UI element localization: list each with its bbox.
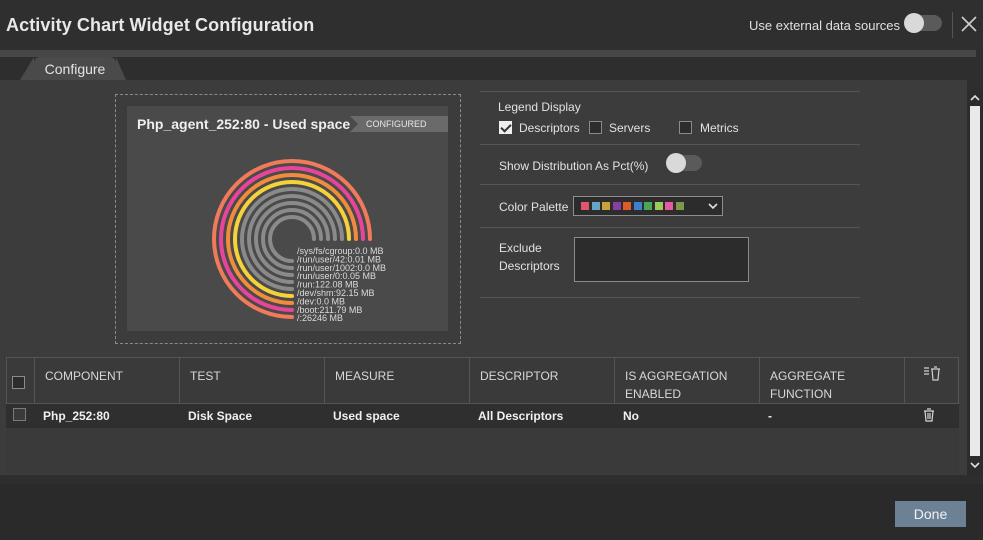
palette-swatch: [623, 202, 631, 210]
column-header-line2: ENABLED: [625, 387, 682, 401]
descriptors-checkbox[interactable]: [499, 121, 512, 134]
metrics-checkbox[interactable]: [679, 121, 692, 134]
legend-display-label: Legend Display: [498, 100, 581, 114]
color-palette-label: Color Palette: [499, 200, 569, 214]
header-band: [0, 50, 976, 57]
tab-edge-right: [116, 57, 126, 80]
palette-swatch: [612, 202, 621, 210]
palette-swatch: [644, 202, 652, 210]
settings-divider: [480, 184, 860, 185]
column-header-aggregate-function[interactable]: AGGREGATE FUNCTION: [759, 358, 904, 403]
scroll-down-icon[interactable]: [967, 458, 983, 472]
exclude-descriptors-label-line2: Descriptors: [499, 259, 560, 273]
metrics-label: Metrics: [700, 121, 739, 135]
palette-swatch: [591, 202, 600, 210]
show-distribution-label: Show Distribution As Pct(%): [499, 159, 649, 173]
chart-preview: /sys/fs/cgroup:0.0 MB/run/user/42:0.01 M…: [127, 106, 448, 331]
palette-swatch: [602, 202, 610, 210]
table-row[interactable]: Php_252:80 Disk Space Used space All Des…: [6, 404, 959, 428]
exclude-descriptors-label-line1: Exclude: [499, 241, 542, 255]
exclude-descriptors-input[interactable]: [574, 237, 749, 282]
scroll-up-icon[interactable]: [967, 91, 983, 105]
trash-icon[interactable]: [923, 408, 935, 422]
close-icon[interactable]: [960, 15, 978, 33]
configured-data-badge: CONFIGURED DATA: [350, 116, 448, 132]
cell-test: Disk Space: [188, 409, 253, 423]
chart-title: Php_agent_252:80 - Used space: [137, 116, 351, 132]
settings-divider: [480, 297, 860, 298]
external-sources-label: Use external data sources: [749, 18, 901, 33]
toggle-knob: [666, 153, 686, 173]
palette-swatch: [654, 202, 663, 210]
select-all-checkbox[interactable]: [12, 376, 25, 389]
header-divider: [952, 12, 953, 38]
cell-is-aggregation: No: [623, 409, 639, 423]
column-header-measure[interactable]: MEASURE: [324, 358, 469, 403]
vertical-scrollbar[interactable]: [967, 90, 983, 475]
cell-aggregate-function: -: [768, 409, 772, 423]
column-header-line1: AGGREGATE: [770, 369, 846, 383]
column-header-actions: [904, 358, 959, 403]
column-header-line2: FUNCTION: [770, 387, 832, 401]
series-label: /:26246 MB: [297, 313, 343, 323]
table-empty-area: [6, 428, 959, 474]
table-header: COMPONENT TEST MEASURE DESCRIPTOR IS AGG…: [6, 357, 959, 404]
column-header-line1: TEST: [190, 369, 221, 383]
dialog-footer: [0, 484, 983, 540]
settings-divider: [480, 227, 860, 228]
palette-swatch: [581, 202, 589, 210]
chevron-down-icon: [708, 203, 718, 210]
radial-chart: /sys/fs/cgroup:0.0 MB/run/user/42:0.01 M…: [212, 159, 386, 323]
settings-divider: [480, 91, 860, 92]
scrollbar-thumb[interactable]: [970, 106, 980, 456]
bulk-delete-icon[interactable]: [923, 366, 941, 382]
column-header-is-aggregation[interactable]: IS AGGREGATION ENABLED: [614, 358, 759, 403]
column-header-test[interactable]: TEST: [179, 358, 324, 403]
palette-swatch: [675, 202, 684, 210]
settings-divider: [480, 144, 860, 145]
dialog: Activity Chart Widget Configuration Use …: [0, 0, 983, 540]
done-button[interactable]: Done: [895, 501, 966, 527]
cell-descriptor: All Descriptors: [478, 409, 564, 423]
dialog-header: Activity Chart Widget Configuration Use …: [0, 0, 983, 50]
column-header-descriptor[interactable]: DESCRIPTOR: [469, 358, 614, 403]
tab-strip: Configure: [0, 57, 976, 80]
column-header-line1: IS AGGREGATION: [625, 369, 728, 383]
cell-component: Php_252:80: [43, 409, 110, 423]
column-header-component[interactable]: COMPONENT: [34, 358, 179, 403]
servers-checkbox[interactable]: [589, 121, 602, 134]
show-distribution-toggle[interactable]: [666, 153, 702, 173]
tab-edge-left: [20, 57, 34, 80]
palette-swatch: [633, 202, 642, 210]
servers-label: Servers: [609, 121, 651, 135]
palette-swatch: [665, 202, 673, 210]
configure-panel: /sys/fs/cgroup:0.0 MB/run/user/42:0.01 M…: [0, 80, 967, 475]
external-sources-toggle[interactable]: [904, 13, 942, 33]
tab-configure[interactable]: Configure: [34, 57, 116, 80]
dialog-title: Activity Chart Widget Configuration: [6, 15, 315, 35]
cell-measure: Used space: [333, 409, 400, 423]
column-header-line1: DESCRIPTOR: [480, 369, 559, 383]
column-header-line1: COMPONENT: [45, 369, 123, 383]
descriptors-label: Descriptors: [519, 121, 580, 135]
row-checkbox[interactable]: [13, 408, 26, 421]
column-header-line1: MEASURE: [335, 369, 395, 383]
color-palette-select[interactable]: [573, 196, 723, 216]
toggle-knob: [904, 13, 924, 33]
